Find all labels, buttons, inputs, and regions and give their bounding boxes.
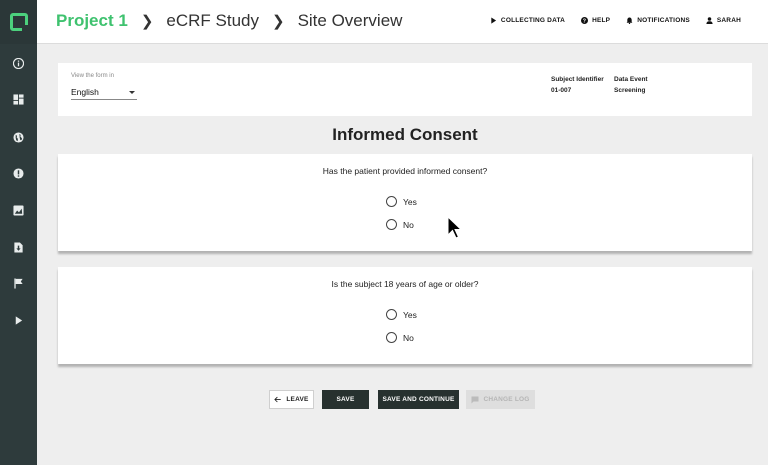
alert-icon[interactable] [0, 163, 37, 183]
data-event-label: Data Event [614, 76, 648, 83]
top-header: Project 1 ❯ eCRF Study ❯ Site Overview C… [37, 0, 768, 44]
play-icon[interactable] [0, 310, 37, 330]
save-button[interactable]: SAVE [322, 390, 369, 409]
breadcrumb-project[interactable]: Project 1 [56, 11, 128, 31]
app-logo[interactable] [0, 0, 37, 44]
globe-icon[interactable] [0, 127, 37, 147]
question-card: Has the patient provided informed consen… [58, 154, 752, 251]
radio-button[interactable] [386, 219, 397, 230]
radio-option-no[interactable]: No [386, 332, 414, 343]
save-and-continue-button[interactable]: SAVE AND CONTINUE [378, 390, 459, 409]
nav-collecting-data[interactable]: COLLECTING DATA [490, 17, 565, 24]
form-title: Informed Consent [332, 125, 478, 144]
chevron-right-icon: ❯ [271, 13, 285, 30]
radio-option-label: Yes [403, 196, 417, 207]
save-button-label: SAVE [336, 396, 355, 403]
leave-button[interactable]: LEAVE [269, 390, 314, 409]
nav-user-menu[interactable]: SARAH [706, 17, 741, 24]
breadcrumb-site-overview: Site Overview [297, 11, 403, 30]
breadcrumb: Project 1 ❯ eCRF Study ❯ Site Overview [56, 11, 402, 31]
radio-option-label: No [403, 332, 414, 343]
dashboard-icon[interactable] [0, 89, 37, 109]
play-icon [491, 17, 497, 24]
radio-button[interactable] [386, 309, 397, 320]
breadcrumb-study[interactable]: eCRF Study [166, 11, 259, 31]
header-nav: COLLECTING DATA ? HELP NOTIFICATIONS SAR… [474, 17, 741, 24]
subject-identifier-label: Subject Identifier [551, 76, 604, 83]
radio-button[interactable] [386, 332, 397, 343]
data-event-value: Screening [614, 87, 646, 94]
nav-collecting-data-label: COLLECTING DATA [500, 17, 566, 24]
change-log-button[interactable]: CHANGE LOG [466, 390, 535, 409]
sidebar [0, 0, 37, 465]
question-card: Is the subject 18 years of age or older?… [58, 267, 752, 364]
radio-option-no[interactable]: No [386, 219, 414, 230]
radio-button[interactable] [386, 196, 397, 207]
caret-down-icon [129, 90, 135, 94]
mouse-cursor-icon [447, 216, 463, 239]
arrow-left-icon [274, 396, 282, 403]
svg-text:?: ? [583, 18, 586, 24]
leave-button-label: LEAVE [286, 396, 309, 403]
help-icon: ? [581, 17, 589, 24]
form-info-card: View the form in English Subject Identif… [58, 63, 752, 116]
info-icon[interactable] [0, 53, 37, 73]
change-log-label: CHANGE LOG [483, 396, 530, 403]
user-icon [706, 17, 713, 24]
radio-option-yes[interactable]: Yes [386, 196, 417, 207]
question-text: Has the patient provided informed consen… [322, 166, 488, 176]
radio-option-yes[interactable]: Yes [386, 309, 417, 320]
language-select-value: English [71, 87, 99, 97]
bell-icon [626, 17, 633, 24]
language-label: View the form in [71, 73, 114, 79]
comment-icon [471, 396, 479, 403]
chevron-right-icon: ❯ [140, 13, 154, 30]
subject-identifier-value: 01-007 [551, 87, 572, 94]
nav-notifications[interactable]: NOTIFICATIONS [626, 17, 690, 24]
document-download-icon[interactable] [0, 237, 37, 257]
nav-help-label: HELP [592, 17, 611, 24]
nav-user-label: SARAH [716, 17, 741, 24]
flag-icon[interactable] [0, 273, 37, 293]
question-text: Is the subject 18 years of age or older? [331, 279, 479, 289]
save-and-continue-label: SAVE AND CONTINUE [382, 396, 455, 403]
radio-option-label: Yes [403, 309, 417, 320]
logo-mark-icon [9, 13, 28, 31]
radio-option-label: No [403, 219, 414, 230]
nav-help[interactable]: ? HELP [581, 17, 610, 24]
nav-notifications-label: NOTIFICATIONS [637, 17, 690, 24]
language-select[interactable]: English [71, 85, 137, 100]
chart-icon[interactable] [0, 200, 37, 220]
